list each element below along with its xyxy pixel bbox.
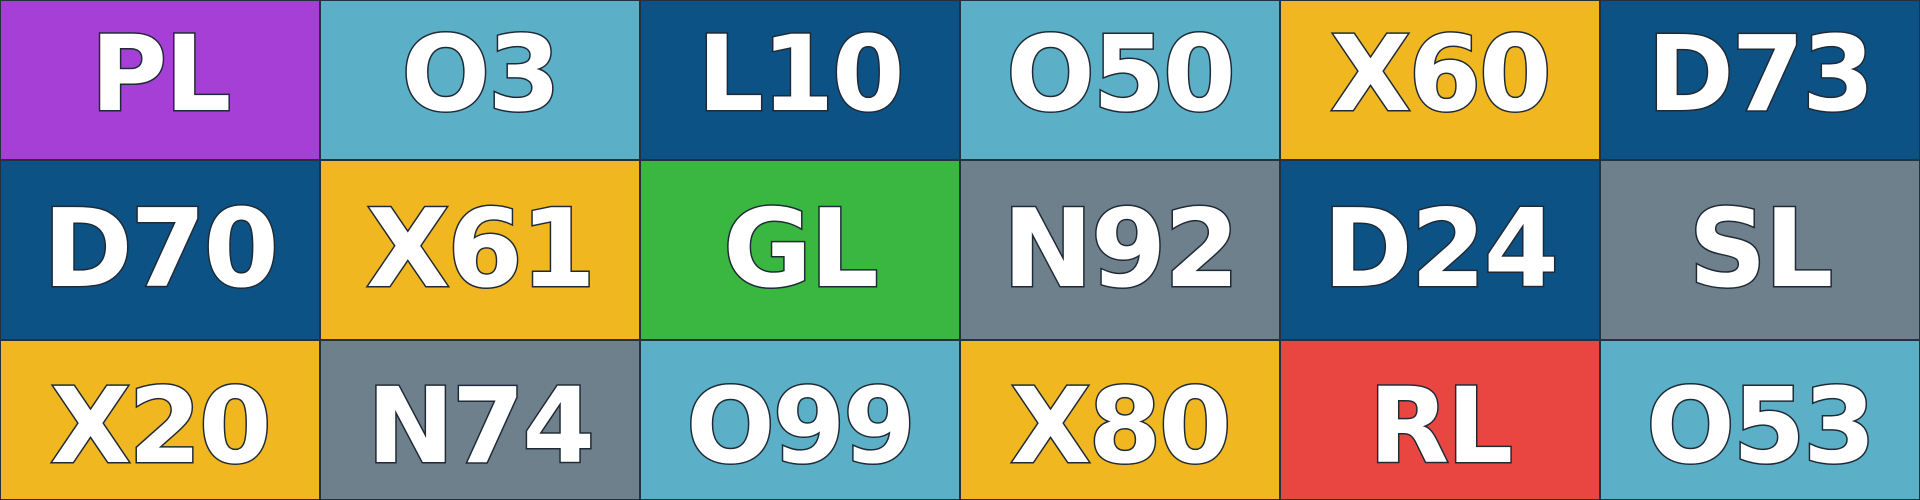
route-label: SL [1687, 187, 1835, 312]
route-label: N92 [1001, 187, 1241, 312]
route-label: O3 [400, 13, 562, 135]
route-tile-x20[interactable]: X20 [0, 340, 320, 500]
route-tile-o99[interactable]: O99 [640, 340, 960, 500]
route-tile-n92[interactable]: N92 [960, 160, 1280, 340]
route-label: X80 [1009, 365, 1233, 487]
route-label: L10 [696, 13, 906, 135]
route-label: GL [722, 187, 880, 312]
route-tile-x61[interactable]: X61 [320, 160, 640, 340]
route-tile-o3[interactable]: O3 [320, 0, 640, 160]
route-label: PL [89, 13, 232, 135]
route-tile-n74[interactable]: N74 [320, 340, 640, 500]
route-label: D73 [1646, 13, 1876, 135]
route-tile-x60[interactable]: X60 [1280, 0, 1600, 160]
route-tile-rl[interactable]: RL [1280, 340, 1600, 500]
route-label: X20 [49, 365, 273, 487]
route-tile-x80[interactable]: X80 [960, 340, 1280, 500]
route-label: RL [1367, 365, 1514, 487]
route-label: O50 [1005, 13, 1237, 135]
route-tile-d70[interactable]: D70 [0, 160, 320, 340]
route-tile-o53[interactable]: O53 [1600, 340, 1920, 500]
route-tile-grid: PL O3 L10 O50 X60 D73 D70 X61 GL N92 D24… [0, 0, 1920, 500]
route-tile-o50[interactable]: O50 [960, 0, 1280, 160]
route-label: O99 [685, 365, 917, 487]
route-label: D70 [42, 187, 281, 312]
route-label: D24 [1322, 187, 1561, 312]
route-label: X61 [365, 187, 598, 312]
route-label: X60 [1329, 13, 1553, 135]
route-tile-d24[interactable]: D24 [1280, 160, 1600, 340]
route-tile-gl[interactable]: GL [640, 160, 960, 340]
route-label: N74 [366, 365, 597, 487]
route-tile-l10[interactable]: L10 [640, 0, 960, 160]
route-tile-sl[interactable]: SL [1600, 160, 1920, 340]
route-tile-d73[interactable]: D73 [1600, 0, 1920, 160]
route-label: O53 [1645, 365, 1877, 487]
route-tile-pl[interactable]: PL [0, 0, 320, 160]
